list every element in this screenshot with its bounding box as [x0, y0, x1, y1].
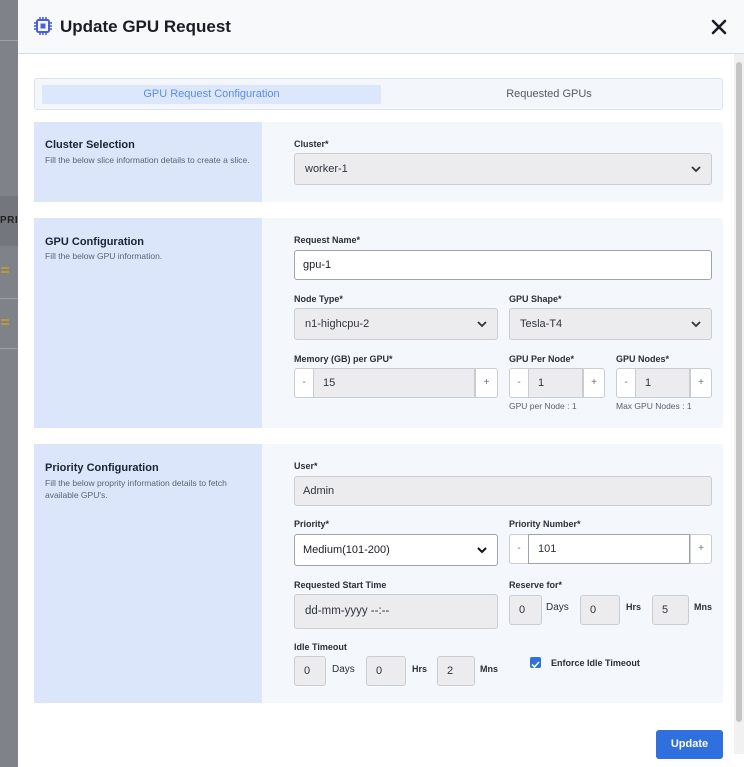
memory-input[interactable]: 15	[313, 368, 475, 398]
node-type-value: n1-highcpu-2	[305, 318, 370, 330]
cluster-select[interactable]: worker-1	[294, 153, 712, 185]
cluster-label: Cluster*	[294, 139, 329, 149]
reserve-days-input[interactable]: 0	[509, 595, 542, 625]
idle-days-unit: Days	[332, 664, 355, 675]
reserve-mns-unit: Mns	[694, 602, 712, 612]
section-info-panel: Priority Configuration Fill the below pr…	[34, 444, 262, 703]
gpu-shape-label: GPU Shape*	[509, 294, 562, 304]
checkmark-icon	[531, 661, 540, 669]
node-type-select[interactable]: n1-highcpu-2	[294, 308, 498, 340]
gpu-per-node-input[interactable]: 1	[528, 368, 583, 398]
update-button[interactable]: Update	[656, 730, 723, 759]
enforce-idle-timeout-checkbox[interactable]	[530, 657, 541, 669]
request-name-input[interactable]: gpu-1	[294, 250, 712, 280]
gpu-shape-value: Tesla-T4	[520, 318, 563, 330]
tab-gpu-request-configuration[interactable]: GPU Request Configuration	[42, 85, 381, 104]
chevron-down-icon	[691, 166, 701, 173]
close-icon[interactable]	[708, 16, 730, 38]
gpu-nodes-increment-button[interactable]: +	[690, 368, 712, 398]
section-title: Priority Configuration	[45, 462, 159, 474]
request-name-label: Request Name*	[294, 235, 361, 245]
reserve-hrs-unit: Hrs	[626, 602, 642, 612]
background-divider	[0, 348, 18, 349]
start-time-label: Requested Start Time	[294, 580, 387, 590]
memory-decrement-button[interactable]: -	[294, 368, 314, 398]
tab-requested-gpus[interactable]: Requested GPUs	[381, 85, 717, 104]
gpu-nodes-input[interactable]: 1	[635, 368, 690, 398]
section-description: Fill the below proprity information deta…	[45, 478, 227, 500]
priority-label: Priority*	[294, 519, 330, 529]
gpu-nodes-decrement-button[interactable]: -	[616, 368, 636, 398]
tab-bar: GPU Request Configuration Requested GPUs	[34, 78, 723, 110]
update-gpu-request-modal: Update GPU Request GPU Request Configura…	[18, 0, 744, 767]
priority-number-increment-button[interactable]: +	[690, 534, 712, 564]
priority-select[interactable]: Medium(101-200)	[294, 534, 498, 566]
menu-icon	[1, 319, 9, 325]
idle-hrs-unit: Hrs	[412, 664, 428, 674]
gpu-shape-select[interactable]: Tesla-T4	[509, 308, 712, 340]
memory-label: Memory (GB) per GPU*	[294, 354, 393, 364]
background-divider	[0, 40, 18, 41]
priority-number-decrement-button[interactable]: -	[509, 534, 529, 564]
gpu-per-node-hint: GPU per Node : 1	[509, 401, 577, 411]
node-type-label: Node Type*	[294, 294, 343, 304]
chevron-down-icon	[691, 321, 701, 328]
chip-icon	[34, 17, 52, 35]
gpu-per-node-increment-button[interactable]: +	[583, 368, 605, 398]
idle-timeout-label: Idle Timeout	[294, 642, 347, 652]
background-divider	[0, 298, 18, 299]
modal-header: Update GPU Request	[18, 0, 744, 54]
idle-mns-input[interactable]: 2	[437, 656, 475, 686]
start-time-input[interactable]: dd-mm-yyyy --:--	[294, 594, 498, 629]
gpu-per-node-decrement-button[interactable]: -	[509, 368, 529, 398]
background-table-header: PRIOI	[0, 196, 29, 246]
reserve-days-unit: Days	[546, 602, 569, 613]
priority-configuration-section: Priority Configuration Fill the below pr…	[34, 444, 723, 703]
priority-value: Medium(101-200)	[303, 544, 390, 556]
cluster-selection-section: Cluster Selection Fill the below slice i…	[34, 122, 723, 202]
section-title: GPU Configuration	[45, 236, 144, 248]
cluster-value: worker-1	[305, 163, 348, 175]
gpu-per-node-label: GPU Per Node*	[509, 354, 575, 364]
section-description: Fill the below GPU information.	[45, 251, 163, 261]
idle-hrs-input[interactable]: 0	[366, 656, 406, 686]
menu-icon	[1, 267, 9, 273]
enforce-idle-timeout-label: Enforce Idle Timeout	[551, 658, 640, 668]
user-label: User*	[294, 461, 318, 471]
modal-scrollbar[interactable]	[734, 54, 744, 754]
chevron-down-icon	[477, 321, 487, 328]
priority-number-label: Priority Number*	[509, 519, 581, 529]
gpu-configuration-section: GPU Configuration Fill the below GPU inf…	[34, 218, 723, 428]
section-info-panel: GPU Configuration Fill the below GPU inf…	[34, 218, 262, 428]
idle-days-input[interactable]: 0	[294, 656, 326, 686]
section-description: Fill the below slice information details…	[45, 155, 250, 165]
scrollbar-thumb[interactable]	[736, 62, 742, 722]
section-info-panel: Cluster Selection Fill the below slice i…	[34, 122, 262, 202]
reserve-for-label: Reserve for*	[509, 580, 563, 590]
priority-number-input[interactable]: 101	[528, 534, 690, 564]
reserve-mns-input[interactable]: 5	[652, 595, 689, 625]
gpu-nodes-label: GPU Nodes*	[616, 354, 670, 364]
gpu-nodes-hint: Max GPU Nodes : 1	[616, 401, 692, 411]
reserve-hrs-input[interactable]: 0	[580, 595, 620, 625]
section-title: Cluster Selection	[45, 139, 135, 151]
memory-increment-button[interactable]: +	[475, 368, 498, 398]
modal-title: Update GPU Request	[60, 17, 231, 36]
user-input[interactable]: Admin	[294, 476, 712, 506]
chevron-down-icon	[477, 547, 487, 554]
idle-mns-unit: Mns	[480, 664, 498, 674]
